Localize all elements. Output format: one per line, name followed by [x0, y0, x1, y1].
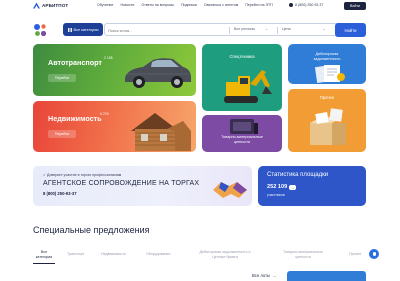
platform-stats: Статистика площадки 252 109 → участников	[258, 166, 366, 206]
logo[interactable]: АРБИТПОТ	[33, 2, 68, 9]
tab-label: Товарно-материальные	[283, 250, 323, 254]
tab-other[interactable]: Прочее	[349, 252, 361, 257]
banner-phone: 8 (800) 250-93-37	[43, 191, 77, 196]
all-categories-button[interactable]: Все категории	[63, 23, 103, 36]
grid-icon	[67, 27, 72, 32]
tab-label: категории	[35, 254, 53, 259]
arrow-right-icon: →	[289, 184, 297, 190]
card-title: Прочее	[319, 95, 335, 100]
arrow-right-icon: →	[272, 273, 277, 278]
card-title-line1: Товарно-материальные	[221, 135, 263, 139]
tab-equipment[interactable]: Оборудование	[146, 252, 170, 257]
goods-illustration	[230, 119, 258, 134]
stats-title: Статистика площадки	[267, 172, 329, 178]
category-card-real-estate[interactable]: Недвижимость 6 276 Перейти	[33, 101, 196, 152]
stats-number: 252 109	[267, 184, 288, 190]
divider	[229, 27, 230, 34]
nav-item-subscriptions[interactable]: Подписки	[181, 3, 197, 7]
find-button[interactable]: Найти	[335, 23, 366, 37]
card-title-line1: Дебиторская	[315, 52, 339, 56]
category-card-receivables[interactable]: Дебиторская задолженность	[288, 44, 366, 84]
nav-item-news[interactable]: Новости	[120, 3, 134, 7]
tab-goods[interactable]: Товарно-материальные ценности	[279, 250, 327, 259]
logo-text: АРБИТПОТ	[42, 3, 69, 8]
lot-card-preview[interactable]	[287, 271, 366, 281]
house-illustration	[131, 113, 191, 151]
brand-dots-icon[interactable]	[33, 23, 47, 37]
logo-icon	[33, 2, 40, 9]
tab-all-categories[interactable]: Все категории	[33, 250, 55, 259]
nav-item-training[interactable]: Обучение	[97, 3, 113, 7]
nav-item-faq[interactable]: Ответы на вопросы	[141, 3, 174, 7]
card-title-line2: ценности	[233, 140, 251, 144]
assistant-button[interactable]	[369, 249, 379, 259]
tab-receivables[interactable]: Дебиторская задолженность и Ценные бумаг…	[194, 250, 256, 259]
phone-icon	[289, 3, 293, 7]
search-bar: Все регионы ⌄ Цена ⌄ Найти	[104, 23, 366, 37]
login-button[interactable]: Войти	[344, 2, 366, 10]
category-card-special-machinery[interactable]: Спецтехника	[202, 44, 282, 111]
card-title: Автотранспорт	[48, 58, 102, 67]
card-title: Недвижимость	[48, 114, 102, 123]
banner-subtitle: ✓ Доверьте участие в торгах профессионал…	[43, 173, 121, 177]
nav-item-etp[interactable]: Перейти на ЭТП	[245, 3, 273, 7]
tab-real-estate[interactable]: Недвижимость	[101, 252, 126, 257]
boxes-illustration	[310, 108, 346, 145]
category-card-goods[interactable]: Товарно-материальные ценности	[202, 115, 282, 152]
region-select[interactable]: Все регионы ⌄	[234, 27, 268, 31]
card-count: 6 276	[100, 112, 109, 116]
nav-item-contact-agent[interactable]: Связаться с агентом	[204, 3, 238, 7]
card-count: 2 158	[104, 56, 113, 60]
chevron-down-icon: ⌄	[265, 27, 268, 31]
card-go-button[interactable]: Перейти	[48, 130, 76, 138]
category-card-auto[interactable]: Автотранспорт 2 158 Перейти	[33, 44, 196, 96]
stats-value: 252 109 →	[267, 184, 297, 190]
price-select-label: Цена	[282, 27, 291, 31]
price-select[interactable]: Цена ⌄	[282, 27, 325, 31]
divider	[277, 27, 278, 34]
all-categories-label: Все категории	[73, 27, 99, 32]
excavator-illustration	[224, 70, 272, 103]
stats-label: участников	[267, 193, 285, 197]
region-select-label: Все регионы	[234, 27, 256, 31]
car-illustration	[125, 58, 191, 88]
tab-label: Ценные бумаги	[212, 254, 238, 259]
card-title-line2: задолженность	[313, 57, 341, 61]
banner-subtitle-text: Доверьте участие в торгах профессионалам	[47, 173, 122, 177]
top-nav: Обучение Новости Ответы на вопросы Подпи…	[97, 3, 273, 7]
banner-title: АГЕНТСКОЕ СОПРОВОЖДЕНИЕ НА ТОРГАХ	[43, 180, 200, 187]
active-tab-indicator	[33, 263, 55, 264]
search-input[interactable]	[108, 26, 223, 35]
tab-label: Дебиторская задолженность и	[199, 250, 251, 254]
tab-label: ценности	[295, 254, 311, 259]
section-title: Специальные предложения	[33, 225, 150, 235]
all-lots-label: Все лоты	[252, 273, 271, 278]
category-card-other[interactable]: Прочее	[288, 89, 366, 152]
header-phone-number: 8 (800) 250 93 37	[295, 3, 324, 7]
handshake-icon	[213, 182, 247, 198]
chevron-down-icon: ⌄	[322, 27, 326, 31]
documents-illustration	[314, 64, 345, 83]
tab-transport[interactable]: Транспорт	[67, 252, 84, 257]
all-lots-link[interactable]: Все лоты →	[252, 273, 276, 278]
header-phone[interactable]: 8 (800) 250 93 37	[289, 3, 323, 7]
microphone-icon	[372, 252, 376, 256]
offer-tabs: Все категории Транспорт Недвижимость Обо…	[33, 250, 373, 264]
agent-support-banner[interactable]: ✓ Доверьте участие в торгах профессионал…	[33, 166, 252, 206]
top-bar: АРБИТПОТ Обучение Новости Ответы на вопр…	[0, 0, 400, 12]
card-go-button[interactable]: Перейти	[48, 74, 76, 82]
card-title: Спецтехника	[229, 54, 255, 59]
